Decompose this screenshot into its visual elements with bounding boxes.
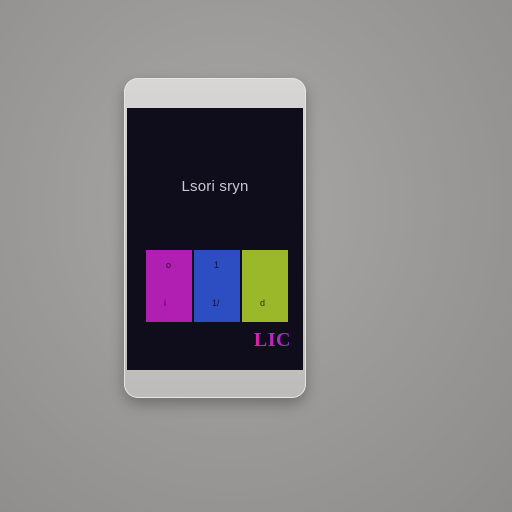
magenta-tile[interactable]: o i <box>146 250 192 322</box>
phone-device: Lsori sryn o i 1 1/ d LIC <box>124 78 306 398</box>
blue-tile[interactable]: 1 1/ <box>194 250 240 322</box>
brand-logo: LIC <box>253 329 291 351</box>
tile-bottom-mark: 1/ <box>212 298 220 308</box>
tile-top-mark: 1 <box>214 260 220 270</box>
phone-screen: Lsori sryn o i 1 1/ d LIC <box>127 108 303 370</box>
tile-bottom-mark: d <box>260 298 266 308</box>
screen-title: Lsori sryn <box>181 178 249 195</box>
color-tiles: o i 1 1/ d <box>146 250 288 322</box>
tile-top-mark: o <box>166 260 172 270</box>
tile-bottom-mark: i <box>164 298 166 308</box>
green-tile[interactable]: d <box>242 250 288 322</box>
